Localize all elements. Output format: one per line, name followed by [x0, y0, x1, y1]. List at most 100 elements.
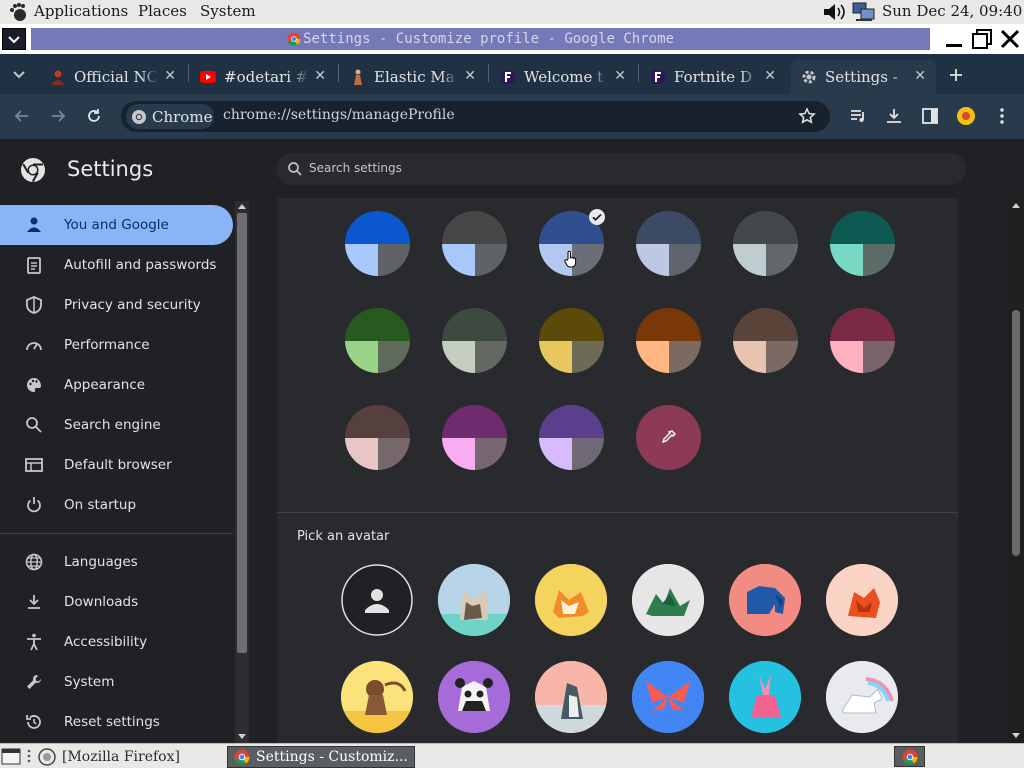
- content-scrollbar[interactable]: [1008, 198, 1024, 743]
- search-settings-input[interactable]: Search settings: [276, 153, 966, 185]
- close-tab-icon[interactable]: ✕: [164, 68, 176, 84]
- scroll-down-arrow-icon[interactable]: [1012, 733, 1020, 739]
- close-window-icon[interactable]: [999, 28, 1021, 50]
- origami-butterfly-avatar[interactable]: [632, 661, 704, 733]
- show-desktop-icon[interactable]: [1, 746, 23, 766]
- swatch-segment: [539, 405, 604, 438]
- workspace-switcher[interactable]: [894, 746, 925, 767]
- theme-color-swatch[interactable]: [345, 405, 410, 470]
- origami-fox-avatar[interactable]: [535, 564, 607, 636]
- places-menu[interactable]: Places: [138, 1, 187, 21]
- origami-rabbit-avatar[interactable]: [729, 661, 801, 733]
- tab-odetari[interactable]: #odetari # ✕: [190, 60, 336, 94]
- tab-official-nc[interactable]: Official NC ✕: [40, 60, 186, 94]
- tab-label: Welcome t: [524, 68, 604, 86]
- origami-red-fox-avatar[interactable]: [826, 564, 898, 636]
- taskbar-item-firefox[interactable]: [Mozilla Firefox]: [38, 746, 180, 768]
- window-menu-button[interactable]: [2, 28, 26, 50]
- taskbar-item-chrome-settings[interactable]: Settings - Customiz...: [227, 746, 415, 768]
- theme-color-swatch[interactable]: [539, 308, 604, 373]
- more-menu-icon[interactable]: [992, 106, 1012, 126]
- sidebar-scrollbar[interactable]: [235, 201, 249, 743]
- theme-color-swatch[interactable]: [539, 405, 604, 470]
- system-menu[interactable]: System: [200, 1, 256, 21]
- custom-color-button[interactable]: [636, 405, 701, 470]
- sidebar-item-privacy[interactable]: Privacy and security: [0, 285, 233, 325]
- theme-color-swatch[interactable]: [733, 308, 798, 373]
- sidebar-item-system[interactable]: System: [0, 662, 233, 702]
- theme-color-swatch[interactable]: [345, 211, 410, 276]
- origami-penguin-avatar[interactable]: [535, 661, 607, 733]
- media-queue-icon[interactable]: [848, 106, 868, 126]
- profile-avatar-icon[interactable]: [956, 106, 976, 126]
- elastic-person-icon: [354, 69, 362, 85]
- sidebar-item-reset-settings[interactable]: Reset settings: [0, 702, 233, 742]
- wrench-icon: [27, 674, 42, 689]
- tab-welcome[interactable]: Welcome t ✕: [490, 60, 636, 94]
- site-info-chip[interactable]: Chrome: [126, 104, 214, 129]
- origami-unicorn-avatar[interactable]: [826, 661, 898, 733]
- theme-color-swatch[interactable]: [345, 308, 410, 373]
- sidebar-item-accessibility[interactable]: Accessibility: [0, 622, 233, 662]
- content-scrollbar-thumb[interactable]: [1012, 310, 1020, 556]
- forward-arrow-icon[interactable]: [48, 106, 68, 126]
- close-tab-icon[interactable]: ✕: [464, 68, 476, 84]
- bookmark-star-icon[interactable]: [798, 107, 816, 125]
- origami-panda-avatar[interactable]: [438, 661, 510, 733]
- sidebar-item-on-startup[interactable]: On startup: [0, 485, 233, 525]
- sidebar-item-languages[interactable]: Languages: [0, 542, 233, 582]
- theme-color-swatch[interactable]: [636, 211, 701, 276]
- sidebar-item-performance[interactable]: Performance: [0, 325, 233, 365]
- close-tab-icon[interactable]: ✕: [314, 68, 326, 84]
- close-tab-icon[interactable]: ✕: [614, 68, 626, 84]
- close-tab-icon[interactable]: ✕: [914, 68, 926, 84]
- browser-window-icon: [25, 458, 43, 472]
- back-arrow-icon[interactable]: [12, 106, 32, 126]
- tab-fortnite[interactable]: Fortnite D ✕: [640, 60, 786, 94]
- minimize-icon[interactable]: [943, 28, 965, 50]
- volume-icon[interactable]: [822, 2, 850, 22]
- sidebar-scrollbar-thumb[interactable]: [237, 213, 247, 653]
- swatch-segment: [572, 438, 604, 470]
- theme-color-swatch[interactable]: [636, 308, 701, 373]
- reload-icon[interactable]: [84, 106, 104, 126]
- download-icon[interactable]: [884, 106, 904, 126]
- scroll-up-arrow-icon[interactable]: [1012, 202, 1020, 208]
- close-tab-icon[interactable]: ✕: [764, 68, 776, 84]
- new-tab-icon[interactable]: [948, 67, 964, 83]
- gnome-foot-icon[interactable]: [9, 2, 29, 22]
- origami-cat-avatar[interactable]: [438, 564, 510, 636]
- url-text[interactable]: chrome://settings/manageProfile: [223, 107, 455, 123]
- scroll-down-arrow-icon[interactable]: [238, 734, 246, 740]
- chrome-logo-icon: [287, 32, 301, 46]
- tab-search-icon[interactable]: [11, 66, 27, 82]
- origami-dragon-avatar[interactable]: [632, 564, 704, 636]
- theme-color-swatch[interactable]: [830, 308, 895, 373]
- theme-color-swatch[interactable]: [442, 308, 507, 373]
- scroll-up-arrow-icon[interactable]: [238, 203, 246, 209]
- swatch-segment: [733, 341, 766, 373]
- sidebar-item-autofill[interactable]: Autofill and passwords: [0, 245, 233, 285]
- maximize-icon[interactable]: [971, 28, 993, 50]
- sidebar-item-you-and-google[interactable]: You and Google: [0, 205, 233, 245]
- side-panel-icon[interactable]: [920, 106, 940, 126]
- window-titlebar[interactable]: Settings - Customize profile - Google Ch…: [0, 24, 1024, 54]
- origami-elephant-avatar[interactable]: [729, 564, 801, 636]
- theme-color-swatch[interactable]: [442, 211, 507, 276]
- theme-color-swatch[interactable]: [442, 405, 507, 470]
- sidebar-item-appearance[interactable]: Appearance: [0, 365, 233, 405]
- tab-settings[interactable]: Settings - ✕: [791, 60, 936, 94]
- origami-monkey-avatar[interactable]: [341, 661, 413, 733]
- address-bar[interactable]: Chrome chrome://settings/manageProfile: [121, 101, 830, 132]
- network-icon[interactable]: [852, 2, 876, 22]
- sidebar-item-default-browser[interactable]: Default browser: [0, 445, 233, 485]
- sidebar-item-search-engine[interactable]: Search engine: [0, 405, 233, 445]
- theme-color-swatch[interactable]: [733, 211, 798, 276]
- generic-person-avatar[interactable]: [341, 564, 413, 636]
- fortnite-icon: [501, 70, 515, 84]
- applications-menu[interactable]: Applications: [34, 1, 128, 21]
- theme-color-swatch[interactable]: [830, 211, 895, 276]
- clock[interactable]: Sun Dec 24, 09:40: [882, 1, 1022, 21]
- sidebar-item-downloads[interactable]: Downloads: [0, 582, 233, 622]
- tab-elastic[interactable]: Elastic Ma ✕: [340, 60, 486, 94]
